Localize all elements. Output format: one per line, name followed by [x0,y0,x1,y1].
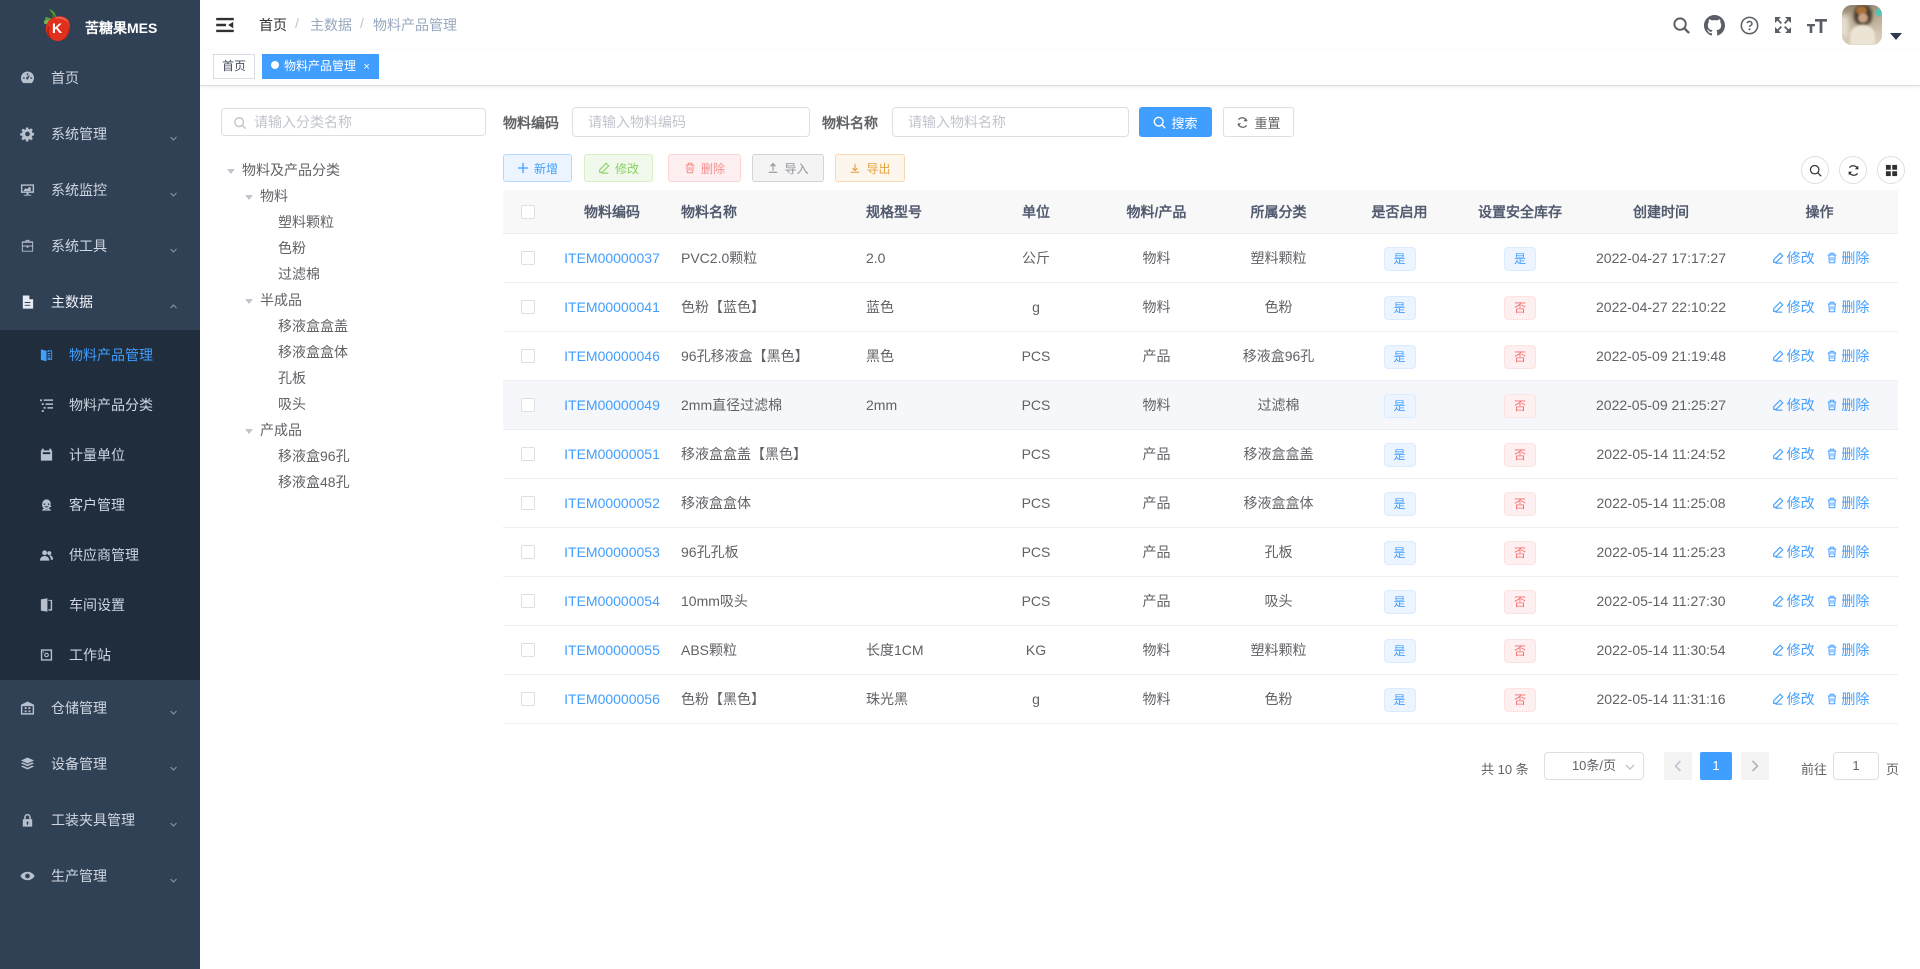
svg-text:K: K [52,20,62,36]
